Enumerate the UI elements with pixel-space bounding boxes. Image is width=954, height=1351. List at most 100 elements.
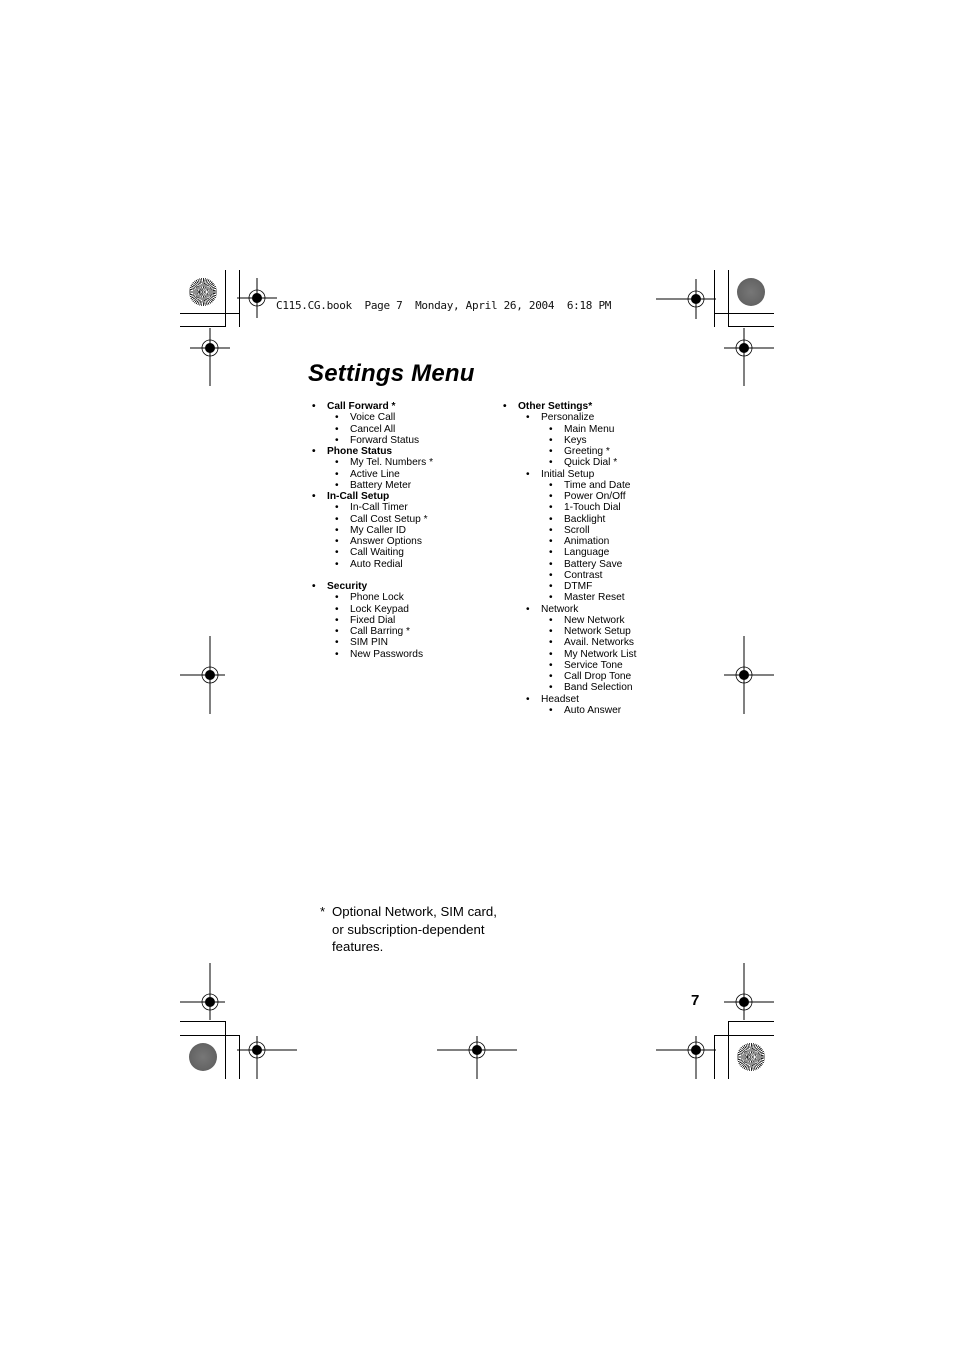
crop-line (180, 313, 239, 314)
menu-subitem: • Call Drop Tone (503, 671, 636, 682)
menu-item-label: Headset (541, 693, 579, 705)
menu-item-label: Language (564, 547, 610, 559)
menu-item-label: Voice Call (350, 412, 396, 424)
bullet-icon: • (335, 479, 339, 491)
menu-item: • Active Line (312, 469, 433, 480)
menu-subitem: • Power On/Off (503, 491, 636, 502)
menu-item-label: DTMF (564, 581, 593, 592)
menu-category: • Call Forward * (312, 401, 433, 412)
menu-item-label: In-Call Setup (327, 491, 390, 502)
bullet-icon: • (335, 502, 339, 514)
bullet-icon: • (335, 648, 339, 660)
menu-item-label: My Tel. Numbers * (350, 457, 434, 469)
menu-item-label: Personalize (541, 412, 595, 424)
footnote: * Optional Network, SIM card, or subscri… (320, 903, 502, 956)
menu-item-label: Band Selection (564, 682, 633, 694)
bullet-icon: • (335, 614, 339, 626)
bullet-icon: • (312, 401, 316, 412)
crop-line (180, 1035, 239, 1036)
menu-item-label: Network (541, 603, 579, 615)
menu-item-label: Network Setup (564, 626, 631, 637)
menu-item-label: Quick Dial * (564, 457, 618, 469)
menu-item-label: Security (327, 581, 368, 592)
bullet-icon: • (335, 558, 339, 570)
bullet-icon: • (335, 603, 339, 615)
bullet-icon: • (549, 704, 553, 716)
menu-item-label: Battery Save (564, 558, 623, 570)
bullet-icon: • (335, 513, 339, 525)
menu-item-label: New Network (564, 614, 625, 626)
menu-item: • Fixed Dial (312, 615, 433, 626)
menu-subitem: • DTMF (503, 581, 636, 592)
bullet-icon: • (549, 547, 553, 559)
menu-item: • In-Call Timer (312, 502, 433, 513)
menu-subitem: • Quick Dial * (503, 457, 636, 468)
bullet-icon: • (549, 659, 553, 671)
star-target-patch-icon (189, 278, 217, 306)
menu-item: • Lock Keypad (312, 604, 433, 615)
menu-item-label: Answer Options (350, 536, 422, 547)
menu-item: • Initial Setup (503, 469, 636, 480)
bullet-icon: • (335, 468, 339, 480)
registration-mark-icon (724, 963, 774, 1020)
print-header: C115.CG.book Page 7 Monday, April 26, 20… (276, 299, 612, 312)
bullet-icon: • (549, 536, 553, 547)
menu-subitem: • Contrast (503, 570, 636, 581)
bullet-icon: • (549, 614, 553, 626)
bullet-icon: • (549, 502, 553, 514)
menu-item-label: SIM PIN (350, 637, 388, 649)
bullet-icon: • (335, 626, 339, 637)
bullet-icon: • (335, 536, 339, 547)
bullet-icon: • (549, 648, 553, 660)
menu-item-label: Cancel All (350, 423, 396, 435)
registration-mark-icon (190, 328, 230, 386)
menu-item-label: Power On/Off (564, 491, 626, 502)
menu-item: • SIM PIN (312, 637, 433, 648)
menu-item-label: Battery Meter (350, 479, 412, 491)
menu-item-label: Initial Setup (541, 468, 595, 480)
menu-subitem: • Language (503, 547, 636, 558)
menu-subitem: • Animation (503, 536, 636, 547)
bullet-icon: • (549, 457, 553, 469)
menu-subitem: • Backlight (503, 514, 636, 525)
menu-item: • Cancel All (312, 424, 433, 435)
menu-item-label: Forward Status (350, 434, 420, 446)
menu-category: • In-Call Setup (312, 491, 433, 502)
menu-item-label: Phone Lock (350, 592, 404, 604)
registration-mark-icon (180, 963, 225, 1020)
menu-subitem: • Network Setup (503, 626, 636, 637)
menu-item: • My Tel. Numbers * (312, 457, 433, 468)
menu-item-label: Greeting * (564, 446, 610, 457)
footnote-marker: * (320, 904, 326, 919)
gray-density-patch-icon (737, 278, 765, 306)
bullet-icon: • (335, 592, 339, 604)
menu-item-label: Auto Redial (350, 558, 403, 570)
bullet-icon: • (312, 446, 316, 457)
bullet-icon: • (335, 524, 339, 536)
menu-item: • Answer Options (312, 536, 433, 547)
menu-item-label: Animation (564, 536, 610, 547)
bullet-icon: • (312, 491, 316, 502)
menu-item: • Network (503, 604, 636, 615)
menu-subitem: • Band Selection (503, 682, 636, 693)
menu-item-label: Time and Date (564, 479, 631, 491)
registration-mark-icon (656, 279, 716, 319)
menu-item-label: 1-Touch Dial (564, 502, 621, 514)
crop-line (714, 313, 774, 314)
menu-item-label: Master Reset (564, 592, 625, 604)
menu-item: • New Passwords (312, 649, 433, 660)
menu-item-label: Backlight (564, 513, 606, 525)
bullet-icon: • (335, 423, 339, 435)
bullet-icon: • (549, 479, 553, 491)
page-number: 7 (691, 992, 700, 1009)
star-target-patch-icon (737, 1043, 765, 1071)
menu-subitem: • Time and Date (503, 480, 636, 491)
bullet-icon: • (335, 434, 339, 446)
crop-line (225, 270, 226, 327)
registration-mark-icon (656, 1036, 716, 1079)
menu-item-label: Avail. Networks (564, 637, 635, 649)
crop-line (728, 1021, 729, 1079)
bullet-icon: • (335, 412, 339, 424)
bullet-icon: • (526, 412, 530, 424)
menu-item-label: Call Drop Tone (564, 671, 632, 682)
